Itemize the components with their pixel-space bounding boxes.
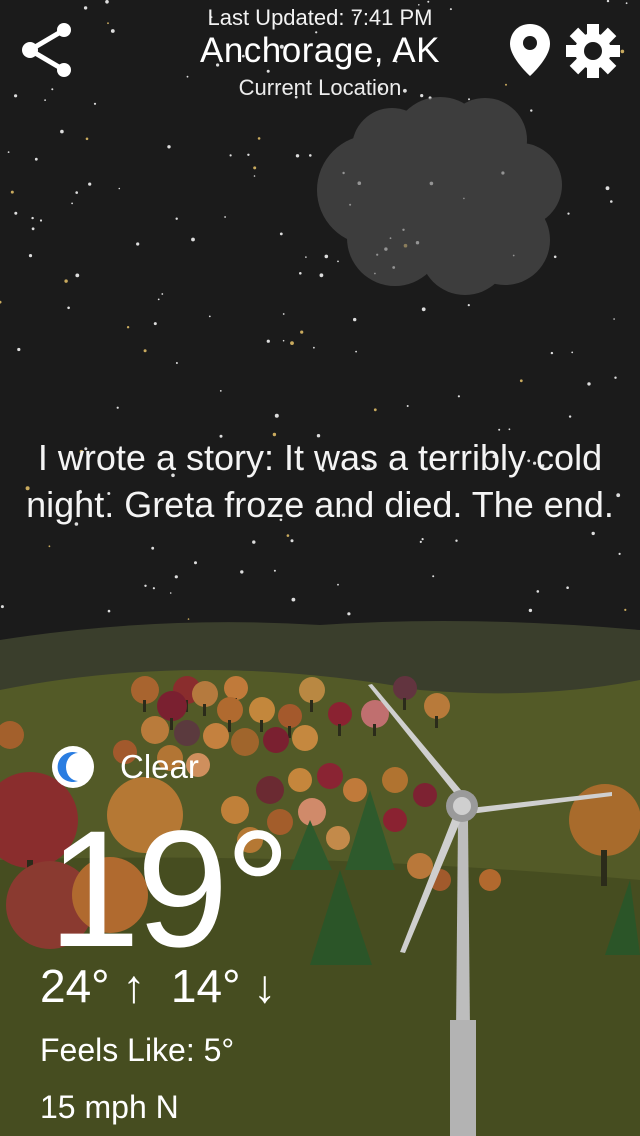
condition-row: Clear [50,740,350,796]
weather-screen: Last Updated: 7:41 PM Anchorage, AK Curr… [0,0,640,1136]
weather-quote: I wrote a story: It was a terribly cold … [26,437,614,525]
wind-speed: 15 mph N [40,1089,179,1125]
current-weather-panel: Clear 19° 24° ↑ 14° ↓ Feels Like: 5° 15 … [40,740,370,1130]
condition-text: Clear [120,748,199,785]
share-button[interactable] [18,20,78,80]
gear-icon [566,24,620,78]
feels-like-temperature: Feels Like: 5° [40,1032,235,1068]
share-icon [22,23,71,77]
location-button[interactable] [506,22,554,78]
high-low-temperature: 24° ↑ 14° ↓ [40,960,277,1012]
current-temperature: 19° [48,797,291,982]
settings-button[interactable] [564,22,622,80]
current-location-label: Current Location [238,75,402,100]
moon-icon [52,746,94,788]
location-pin-icon [510,24,550,76]
header: Last Updated: 7:41 PM Anchorage, AK Curr… [0,0,640,110]
